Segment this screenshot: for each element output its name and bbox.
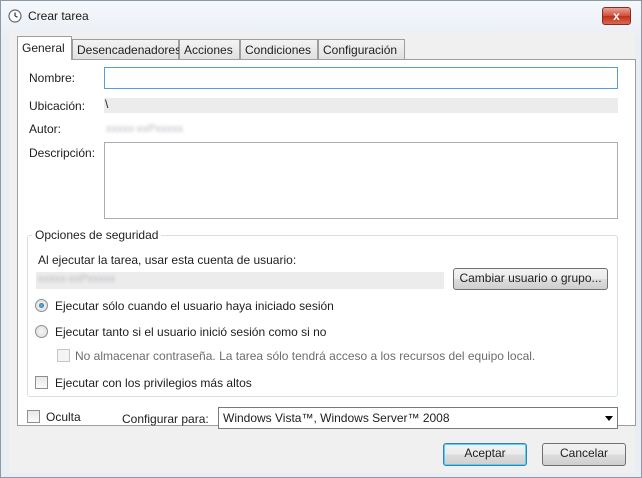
tab-label: Condiciones xyxy=(245,43,312,57)
run-any-label[interactable]: Ejecutar tanto si el usuario inició sesi… xyxy=(55,325,326,339)
cancel-button[interactable]: Cancelar xyxy=(542,443,626,466)
clock-icon xyxy=(8,9,22,23)
author-value: xxxxx-xxPxxxxx xyxy=(106,123,183,135)
tab-conditions[interactable]: Condiciones xyxy=(240,39,318,59)
security-group-title: Opciones de seguridad xyxy=(32,228,162,242)
run-logged-on-label[interactable]: Ejecutar sólo cuando el usuario haya ini… xyxy=(55,299,334,313)
window-title: Crear tarea xyxy=(28,9,89,23)
configure-for-value: Windows Vista™, Windows Server™ 2008 xyxy=(223,411,450,425)
dialog-client: General Desencadenadores Acciones Condic… xyxy=(9,32,636,473)
location-label: Ubicación: xyxy=(29,99,86,113)
run-any-radio[interactable] xyxy=(35,325,48,338)
radio-selected-dot xyxy=(39,303,44,308)
configure-for-dropdown[interactable]: Windows Vista™, Windows Server™ 2008 xyxy=(218,407,618,429)
configure-for-label: Configurar para: xyxy=(122,412,209,426)
no-store-password-checkbox[interactable] xyxy=(57,349,70,362)
tab-actions[interactable]: Acciones xyxy=(179,39,240,59)
chevron-down-icon xyxy=(605,416,613,421)
highest-privileges-label[interactable]: Ejecutar con los privilegios más altos xyxy=(55,376,252,390)
tab-settings[interactable]: Configuración xyxy=(318,39,405,59)
create-task-dialog: Crear tarea x General Desencadenadores A… xyxy=(0,0,642,478)
description-label: Descripción: xyxy=(29,146,96,160)
author-label: Autor: xyxy=(29,122,62,136)
name-input[interactable] xyxy=(104,67,618,89)
ok-button[interactable]: Aceptar xyxy=(443,443,527,466)
tab-general[interactable]: General xyxy=(17,36,72,60)
description-textarea[interactable] xyxy=(104,142,618,219)
user-account-field: xxxxx-xxPxxxxx xyxy=(36,272,444,289)
close-icon: x xyxy=(613,9,620,23)
account-value: xxxxx-xxPxxxxx xyxy=(38,273,115,285)
name-label: Nombre: xyxy=(29,71,76,85)
location-value: \ xyxy=(105,97,109,111)
hidden-checkbox[interactable] xyxy=(27,410,40,423)
no-store-password-label: No almacenar contraseña. La tarea sólo t… xyxy=(75,349,536,363)
tab-label: General xyxy=(22,41,65,55)
change-user-button[interactable]: Cambiar usuario o grupo... xyxy=(453,268,608,290)
location-field: \ xyxy=(104,97,618,113)
general-tab-panel: Nombre: Ubicación: \ Autor: xxxxx-xxPxxx… xyxy=(17,59,636,426)
close-button[interactable]: x xyxy=(602,7,631,25)
tab-label: Desencadenadores xyxy=(77,43,182,57)
account-prompt: Al ejecutar la tarea, usar esta cuenta d… xyxy=(38,253,297,267)
tab-label: Acciones xyxy=(184,43,233,57)
tab-triggers[interactable]: Desencadenadores xyxy=(72,39,182,59)
highest-privileges-checkbox[interactable] xyxy=(35,376,48,389)
run-logged-on-radio[interactable] xyxy=(35,299,48,312)
hidden-label[interactable]: Oculta xyxy=(46,410,81,424)
title-bar[interactable]: Crear tarea x xyxy=(1,1,641,32)
tab-label: Configuración xyxy=(323,43,398,57)
